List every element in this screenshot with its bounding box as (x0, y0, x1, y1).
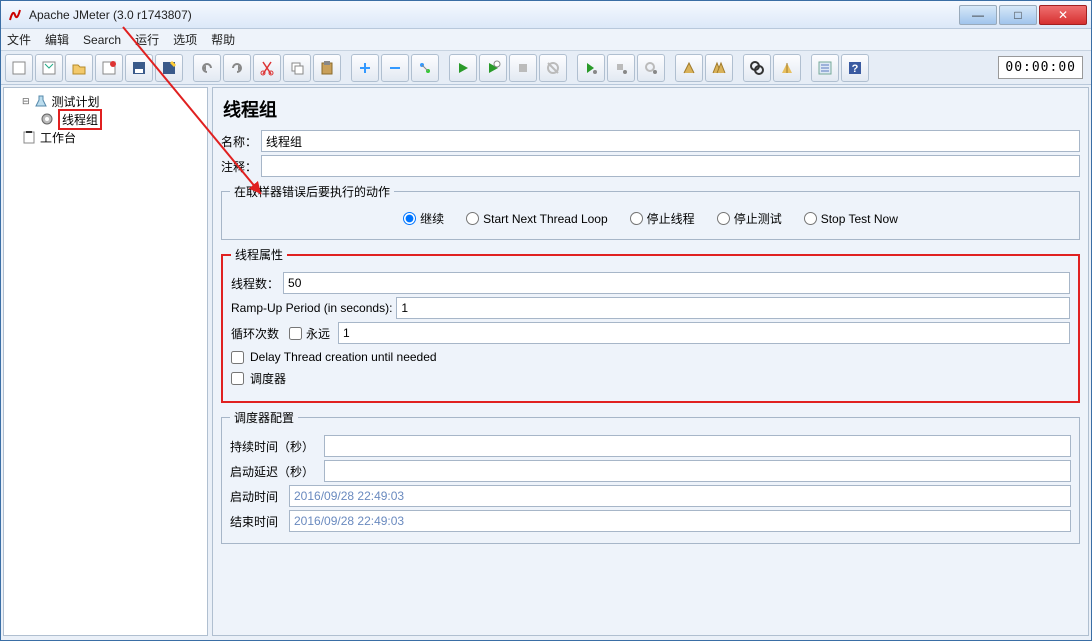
scheduler-label: 调度器 (250, 370, 286, 387)
loop-input[interactable] (338, 322, 1070, 344)
tree-node-threadgroup[interactable]: 线程组 (6, 110, 205, 128)
menu-edit[interactable]: 编辑 (45, 31, 69, 48)
window-buttons: — □ ✕ (959, 5, 1087, 25)
ramp-input[interactable] (396, 297, 1070, 319)
comment-input[interactable] (261, 155, 1080, 177)
comment-label: 注释： (221, 158, 257, 175)
forever-checkbox[interactable] (289, 327, 302, 340)
clear-button[interactable] (675, 54, 703, 82)
radio-stopnow[interactable]: Stop Test Now (804, 210, 898, 227)
body: ⊟ 测试计划 线程组 工作台 线程组 名称： 注释： (1, 85, 1091, 638)
remote-start-button[interactable] (577, 54, 605, 82)
threads-input[interactable] (283, 272, 1070, 294)
minimize-button[interactable]: — (959, 5, 997, 25)
menu-search[interactable]: Search (83, 33, 121, 47)
open-button[interactable] (65, 54, 93, 82)
remote-stop-button[interactable] (607, 54, 635, 82)
expand-button[interactable] (351, 54, 379, 82)
undo-button[interactable] (193, 54, 221, 82)
main-panel: 线程组 名称： 注释： 在取样器错误后要执行的动作 继续 Start Next … (212, 87, 1089, 636)
clipboard-icon (22, 130, 36, 144)
templates-button[interactable] (35, 54, 63, 82)
name-label: 名称： (221, 133, 257, 150)
cut-button[interactable] (253, 54, 281, 82)
window-title: Apache JMeter (3.0 r1743807) (29, 8, 959, 22)
help-button[interactable]: ? (841, 54, 869, 82)
scheduler-config-fieldset: 调度器配置 持续时间（秒） 启动延迟（秒） 启动时间 结束时间 (221, 409, 1080, 544)
gear-icon (40, 112, 54, 126)
thread-props-legend: 线程属性 (231, 246, 287, 263)
thread-props-fieldset: 线程属性 线程数： Ramp-Up Period (in seconds): 循… (221, 246, 1080, 403)
scheduler-checkbox[interactable] (231, 372, 244, 385)
name-input[interactable] (261, 130, 1080, 152)
threads-label: 线程数： (231, 275, 279, 292)
startup-delay-label: 启动延迟（秒） (230, 463, 320, 480)
radio-stopthread[interactable]: 停止线程 (630, 210, 695, 227)
save-button[interactable] (125, 54, 153, 82)
start-button[interactable] (449, 54, 477, 82)
toolbar: ? 00:00:00 (1, 51, 1091, 85)
reset-search-button[interactable] (773, 54, 801, 82)
sampler-error-fieldset: 在取样器错误后要执行的动作 继续 Start Next Thread Loop … (221, 183, 1080, 240)
tree-node-workbench[interactable]: 工作台 (6, 128, 205, 146)
search-tree-button[interactable] (743, 54, 771, 82)
radio-stoptest[interactable]: 停止测试 (717, 210, 782, 227)
tree-label-testplan: 测试计划 (52, 93, 100, 110)
redo-button[interactable] (223, 54, 251, 82)
save-as-button[interactable] (155, 54, 183, 82)
remote-shutdown-button[interactable] (637, 54, 665, 82)
paste-button[interactable] (313, 54, 341, 82)
menu-file[interactable]: 文件 (7, 31, 31, 48)
radio-continue[interactable]: 继续 (403, 210, 444, 227)
function-helper-button[interactable] (811, 54, 839, 82)
duration-input[interactable] (324, 435, 1071, 457)
close-button[interactable]: ✕ (1039, 5, 1087, 25)
clear-all-button[interactable] (705, 54, 733, 82)
radio-startnext[interactable]: Start Next Thread Loop (466, 210, 608, 227)
shutdown-button[interactable] (539, 54, 567, 82)
forever-label: 永远 (306, 325, 330, 342)
delay-checkbox[interactable] (231, 351, 244, 364)
duration-label: 持续时间（秒） (230, 438, 320, 455)
tree-handle-icon[interactable]: ⊟ (22, 96, 30, 107)
start-time-label: 启动时间 (230, 488, 285, 505)
delay-label: Delay Thread creation until needed (250, 350, 437, 364)
startup-delay-input[interactable] (324, 460, 1071, 482)
tree-panel: ⊟ 测试计划 线程组 工作台 (3, 87, 208, 636)
tree-node-testplan[interactable]: ⊟ 测试计划 (6, 92, 205, 110)
loop-label: 循环次数 (231, 325, 279, 342)
stop-button[interactable] (509, 54, 537, 82)
titlebar: Apache JMeter (3.0 r1743807) — □ ✕ (1, 1, 1091, 29)
new-button[interactable] (5, 54, 33, 82)
start-no-timers-button[interactable] (479, 54, 507, 82)
flask-icon (34, 94, 48, 108)
menu-help[interactable]: 帮助 (211, 31, 235, 48)
scheduler-config-legend: 调度器配置 (230, 409, 298, 426)
ramp-label: Ramp-Up Period (in seconds): (231, 301, 392, 315)
end-time-input[interactable] (289, 510, 1071, 532)
menubar: 文件 编辑 Search 运行 选项 帮助 (1, 29, 1091, 51)
copy-button[interactable] (283, 54, 311, 82)
timer-display: 00:00:00 (998, 56, 1083, 79)
menu-options[interactable]: 选项 (173, 31, 197, 48)
close-test-button[interactable] (95, 54, 123, 82)
sampler-error-radios: 继续 Start Next Thread Loop 停止线程 停止测试 Stop… (230, 206, 1071, 231)
tree-label-workbench: 工作台 (40, 129, 76, 146)
maximize-button[interactable]: □ (999, 5, 1037, 25)
menu-run[interactable]: 运行 (135, 31, 159, 48)
window: Apache JMeter (3.0 r1743807) — □ ✕ 文件 编辑… (0, 0, 1092, 641)
start-time-input[interactable] (289, 485, 1071, 507)
svg-text:?: ? (852, 63, 859, 75)
tree-label-threadgroup: 线程组 (58, 109, 102, 130)
toggle-button[interactable] (411, 54, 439, 82)
end-time-label: 结束时间 (230, 513, 285, 530)
sampler-error-legend: 在取样器错误后要执行的动作 (230, 183, 394, 200)
collapse-button[interactable] (381, 54, 409, 82)
panel-title: 线程组 (223, 96, 1080, 122)
app-icon (7, 7, 23, 23)
